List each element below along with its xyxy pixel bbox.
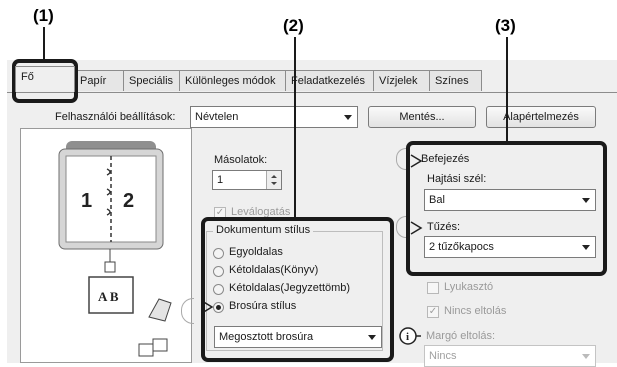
default-button[interactable]: Alapértelmezés (486, 106, 596, 128)
tab-watermarks[interactable]: Vízjelek (373, 70, 430, 91)
copies-input[interactable]: 1 (212, 170, 282, 190)
tab-color[interactable]: Színes (429, 70, 482, 91)
punch-label: Lyukasztó (444, 281, 494, 293)
copies-label: Másolatok: (214, 154, 268, 166)
leader-line-3 (506, 37, 508, 141)
margin-shift-value: Nincs (429, 350, 457, 362)
tab-main[interactable]: Fő (15, 66, 75, 92)
tab-panel-border (7, 92, 617, 93)
save-button[interactable]: Mentés... (368, 106, 476, 128)
preview-page-right: 2 (123, 190, 134, 212)
preview-pane: 1 2 A B (20, 128, 192, 363)
preview-page-left: 1 (81, 190, 92, 212)
copies-value: 1 (217, 174, 224, 186)
booklet-icon-text: A B (98, 289, 119, 304)
no-offset-label: Nincs eltolás (444, 305, 507, 317)
tab-special-modes[interactable]: Különleges módok (179, 70, 286, 91)
highlight-frame-2 (201, 217, 394, 362)
leader-line-2 (294, 37, 296, 217)
no-offset-checkbox[interactable]: ✓ (427, 306, 439, 318)
preview-illustration: 1 2 A B (58, 141, 172, 357)
spin-arrows-icon (271, 175, 277, 185)
user-settings-label: Felhasználói beállítások: (55, 111, 176, 123)
info-icon: i (399, 327, 421, 345)
chevron-down-icon (344, 115, 352, 120)
spin-buttons[interactable] (266, 171, 281, 189)
user-settings-value: Névtelen (195, 111, 239, 123)
tab-advanced[interactable]: Speciális (123, 70, 180, 91)
user-settings-select[interactable]: Névtelen (190, 106, 358, 128)
leader-line-1 (43, 27, 45, 59)
chevron-down-icon (582, 354, 590, 359)
punch-checkbox[interactable] (427, 282, 439, 294)
svg-text:i: i (406, 331, 409, 343)
margin-shift-label: Margó eltolás: (426, 330, 496, 342)
callout-2: (2) (283, 16, 304, 35)
highlight-frame-3 (406, 141, 607, 276)
margin-shift-select[interactable]: Nincs (424, 345, 596, 367)
tab-paper[interactable]: Papír (74, 70, 124, 91)
pages-icon (138, 338, 168, 357)
callout-1: (1) (33, 6, 54, 25)
callout-3: (3) (495, 16, 516, 35)
tab-job-handling[interactable]: Feladatkezelés (285, 70, 374, 91)
book-icon (148, 298, 172, 322)
connector-node (104, 261, 116, 273)
